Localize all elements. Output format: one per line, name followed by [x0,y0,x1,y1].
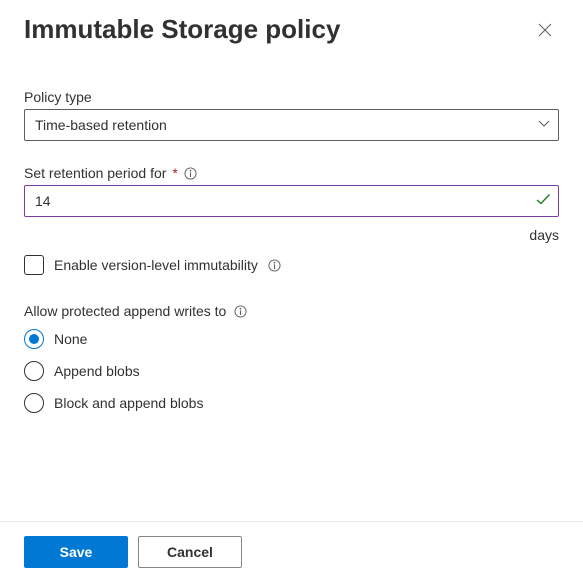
append-writes-label: Allow protected append writes to [24,303,226,319]
radio-label: None [54,331,87,347]
radio-block-append[interactable]: Block and append blobs [24,393,559,413]
version-immutability-checkbox[interactable]: Enable version-level immutability [24,255,559,275]
retention-label: Set retention period for [24,165,166,181]
version-immutability-label: Enable version-level immutability [54,257,258,273]
panel-title: Immutable Storage policy [24,14,340,45]
retention-unit: days [24,227,559,243]
info-icon[interactable] [234,305,247,318]
required-indicator: * [172,165,177,181]
cancel-button[interactable]: Cancel [138,536,242,568]
info-icon[interactable] [268,259,281,272]
policy-type-label: Policy type [24,89,92,105]
policy-type-value: Time-based retention [35,117,167,133]
policy-type-select[interactable]: Time-based retention [24,109,559,141]
checkbox-box [24,255,44,275]
checkmark-icon [535,192,551,211]
radio-none[interactable]: None [24,329,559,349]
radio-circle [24,361,44,381]
save-button[interactable]: Save [24,536,128,568]
radio-circle [24,329,44,349]
close-icon[interactable] [531,16,559,44]
radio-label: Block and append blobs [54,395,203,411]
retention-input[interactable] [24,185,559,217]
radio-append[interactable]: Append blobs [24,361,559,381]
info-icon[interactable] [184,167,197,180]
radio-label: Append blobs [54,363,140,379]
radio-circle [24,393,44,413]
